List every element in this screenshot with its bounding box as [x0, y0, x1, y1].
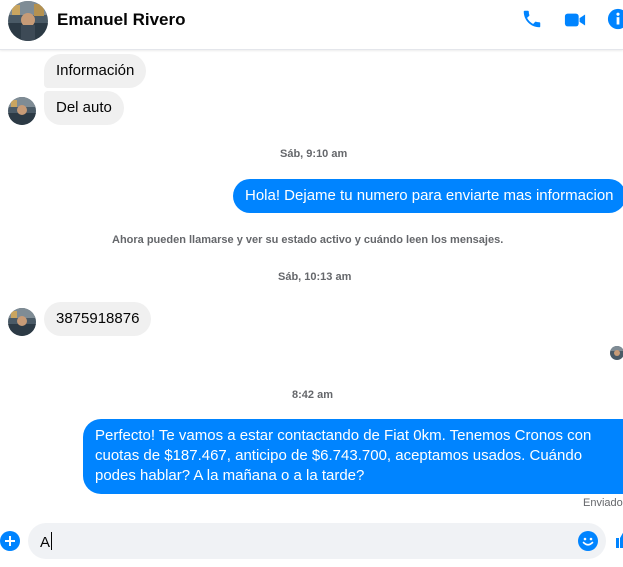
incoming-message[interactable]: Información [44, 54, 147, 88]
add-icon[interactable] [0, 531, 20, 551]
contact-name[interactable]: Emanuel Rivero [57, 10, 186, 30]
phone-icon[interactable] [521, 8, 543, 30]
system-notice: Ahora pueden llamarse y ver su estado ac… [112, 234, 504, 246]
incoming-message[interactable]: Del auto [44, 91, 124, 125]
incoming-message[interactable]: 3875918876 [44, 302, 152, 336]
seen-indicator-avatar [610, 346, 623, 360]
emoji-icon[interactable] [578, 531, 598, 551]
like-icon[interactable] [614, 528, 623, 552]
info-icon[interactable] [607, 8, 623, 30]
contact-avatar[interactable] [8, 1, 48, 41]
outgoing-message[interactable]: Hola! Dejame tu numero para enviarte mas… [233, 179, 623, 213]
contact-avatar-small [8, 308, 36, 336]
message-input[interactable]: A [28, 523, 606, 559]
delivery-status: Enviado [583, 497, 623, 509]
outgoing-message[interactable]: Perfecto! Te vamos a estar contactando d… [83, 419, 623, 494]
message-timestamp: Sáb, 9:10 am [280, 148, 348, 160]
messenger-chat-window: Emanuel Rivero Información Del auto Sáb,… [0, 0, 623, 567]
message-timestamp: 8:42 am [292, 389, 333, 401]
video-camera-icon[interactable] [564, 9, 586, 31]
contact-avatar-small [8, 97, 36, 125]
text-caret [51, 532, 53, 550]
message-timestamp: Sáb, 10:13 am [278, 271, 352, 283]
message-input-text: A [40, 532, 53, 551]
chat-header: Emanuel Rivero [0, 0, 623, 50]
